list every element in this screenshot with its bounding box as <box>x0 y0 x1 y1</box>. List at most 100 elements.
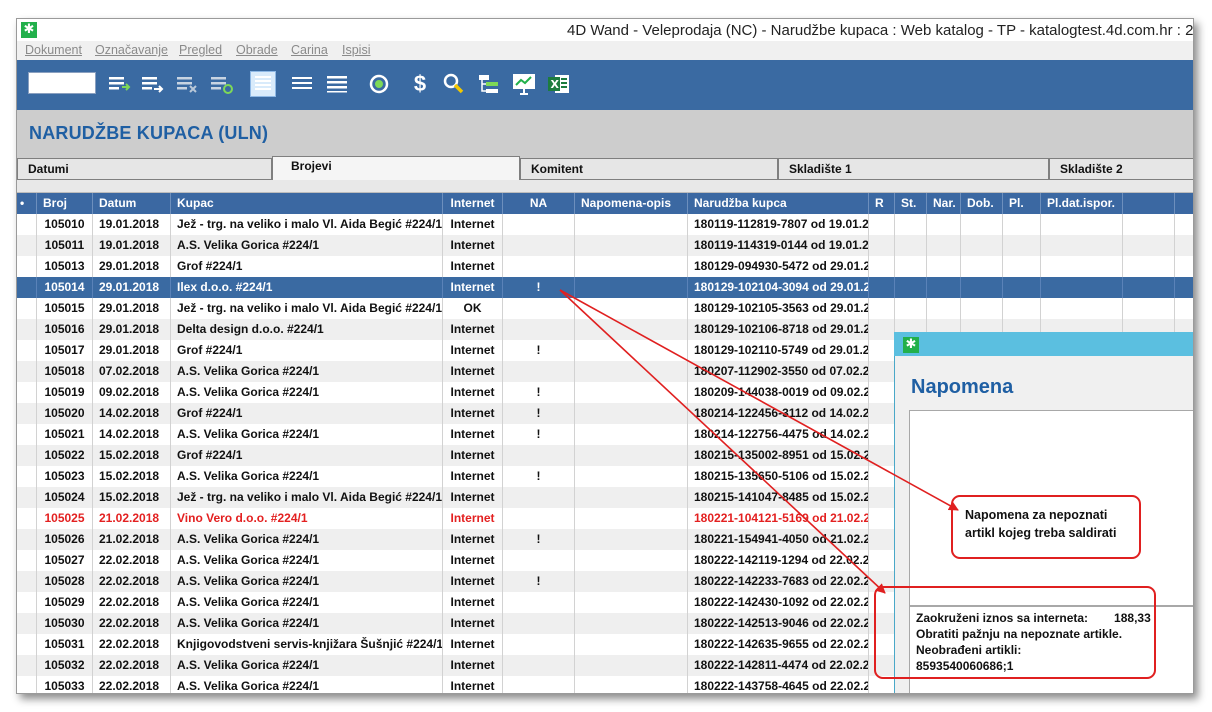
col-header-r[interactable]: R <box>869 193 895 214</box>
col-header-broj[interactable]: Broj <box>37 193 93 214</box>
cell-marker <box>17 550 37 571</box>
cell-r <box>869 508 895 529</box>
list-delete-icon[interactable] <box>174 71 200 97</box>
cell-dob <box>961 214 1003 235</box>
cell-dob <box>961 277 1003 298</box>
col-header-na[interactable]: NA <box>503 193 575 214</box>
tab-datumi[interactable]: Datumi <box>17 158 272 180</box>
list-add-icon[interactable] <box>106 71 132 97</box>
cell-marker <box>17 340 37 361</box>
tab-brojevi[interactable]: Brojevi <box>272 156 520 180</box>
cell-kupac: Jež - trg. na veliko i malo Vl. Aida Beg… <box>171 298 443 319</box>
view-list-icon[interactable] <box>289 71 315 97</box>
table-row[interactable]: 105013 29.01.2018 Grof #224/1 Internet 18012… <box>17 256 1193 277</box>
tab-skladiste-2[interactable]: Skladište 2 <box>1049 158 1193 180</box>
cell-napomena-opis <box>575 634 688 655</box>
cell-broj: 105033 <box>37 676 93 693</box>
cell-broj: 105025 <box>37 508 93 529</box>
cell-narudzba-kupca: 180129-102106-8718 od 29.01.2018. <box>688 319 869 340</box>
cell-r <box>869 466 895 487</box>
cell-na <box>503 592 575 613</box>
list-forward-icon[interactable] <box>139 71 165 97</box>
cell-r <box>869 550 895 571</box>
cell-internet: Internet <box>443 655 503 676</box>
table-row[interactable]: 105015 29.01.2018 Jež - trg. na veliko i m… <box>17 298 1193 319</box>
cell-r <box>869 214 895 235</box>
cell-internet: Internet <box>443 277 503 298</box>
table-row[interactable]: 105014 29.01.2018 Ilex d.o.o. #224/1 Intern… <box>17 277 1193 298</box>
col-header-internet[interactable]: Internet <box>443 193 503 214</box>
cell-kupac: A.S. Velika Gorica #224/1 <box>171 382 443 403</box>
chart-icon[interactable] <box>511 71 537 97</box>
table-row[interactable]: 105010 19.01.2018 Jež - trg. na veliko i m… <box>17 214 1193 235</box>
cell-kupac: A.S. Velika Gorica #224/1 <box>171 235 443 256</box>
cell-datum: 22.02.2018 <box>93 634 171 655</box>
menu-pregled[interactable]: Pregled <box>179 43 222 57</box>
col-header-datum[interactable]: Datum <box>93 193 171 214</box>
cell-st <box>895 277 927 298</box>
cell-nar <box>927 214 961 235</box>
cell-narudzba-kupca: 180222-142119-1294 od 22.02.2018. <box>688 550 869 571</box>
col-header-extra[interactable] <box>1123 193 1175 214</box>
col-header-st[interactable]: St. <box>895 193 927 214</box>
cell-datum: 15.02.2018 <box>93 445 171 466</box>
cell-napomena-opis <box>575 256 688 277</box>
tab-komitent[interactable]: Komitent <box>520 158 778 180</box>
cell-extra <box>1123 277 1175 298</box>
col-header-pl[interactable]: Pl. <box>1003 193 1041 214</box>
cell-pl-dat-ispor <box>1041 256 1123 277</box>
search-icon[interactable] <box>441 71 467 97</box>
cell-broj: 105029 <box>37 592 93 613</box>
col-header-dob[interactable]: Dob. <box>961 193 1003 214</box>
cell-st <box>895 214 927 235</box>
tree-icon[interactable] <box>476 71 502 97</box>
cell-datum: 07.02.2018 <box>93 361 171 382</box>
col-header-napomena-opis[interactable]: Napomena-opis <box>575 193 688 214</box>
dollar-icon[interactable]: $ <box>407 71 433 97</box>
menu-dokument[interactable]: Dokument <box>25 43 82 57</box>
menu-ispisi[interactable]: Ispisi <box>342 43 370 57</box>
svg-text:X: X <box>551 78 560 91</box>
cell-extra <box>1123 298 1175 319</box>
cell-na <box>503 487 575 508</box>
cell-internet: Internet <box>443 613 503 634</box>
cell-r <box>869 424 895 445</box>
menu-obrade[interactable]: Obrade <box>236 43 278 57</box>
col-header-pl-dat-ispor[interactable]: Pl.dat.ispor. <box>1041 193 1123 214</box>
tab-skladiste-1[interactable]: Skladište 1 <box>778 158 1049 180</box>
table-row[interactable]: 105011 19.01.2018 A.S. Velika Gorica #224/… <box>17 235 1193 256</box>
col-header-marker[interactable]: • <box>17 193 37 214</box>
cell-extra <box>1123 235 1175 256</box>
cell-r <box>869 382 895 403</box>
cell-marker <box>17 676 37 693</box>
cell-broj: 105024 <box>37 487 93 508</box>
col-header-kupac[interactable]: Kupac <box>171 193 443 214</box>
cell-na: ! <box>503 403 575 424</box>
cell-narudzba-kupca: 180209-144038-0019 od 09.02.2018. <box>688 382 869 403</box>
menu-carina[interactable]: Carina <box>291 43 328 57</box>
cell-marker <box>17 403 37 424</box>
view-list-active-icon[interactable] <box>250 71 276 97</box>
col-header-narudzba-kupca[interactable]: Narudžba kupca <box>688 193 869 214</box>
cell-kupac: A.S. Velika Gorica #224/1 <box>171 592 443 613</box>
cell-napomena-opis <box>575 466 688 487</box>
cell-na <box>503 445 575 466</box>
cell-kupac: Knjigovodstveni servis-knjižara Šušnjić … <box>171 634 443 655</box>
cell-r <box>869 340 895 361</box>
circle-target-icon[interactable] <box>366 71 392 97</box>
view-lines-icon[interactable] <box>324 71 350 97</box>
list-refresh-icon[interactable] <box>208 71 234 97</box>
excel-icon[interactable]: X <box>546 71 572 97</box>
cell-internet: Internet <box>443 403 503 424</box>
cell-narudzba-kupca: 180221-104121-5169 od 21.02.2018. <box>688 508 869 529</box>
cell-na: ! <box>503 382 575 403</box>
cell-internet: OK <box>443 298 503 319</box>
cell-datum: 14.02.2018 <box>93 424 171 445</box>
menu-oznacavanje[interactable]: Označavanje <box>95 43 168 57</box>
cell-pl-dat-ispor <box>1041 277 1123 298</box>
page-title: NARUDŽBE KUPACA (ULN) <box>29 123 269 143</box>
cell-internet: Internet <box>443 256 503 277</box>
col-header-nar[interactable]: Nar. <box>927 193 961 214</box>
cell-na: ! <box>503 466 575 487</box>
toolbar-search-field[interactable] <box>28 72 96 94</box>
